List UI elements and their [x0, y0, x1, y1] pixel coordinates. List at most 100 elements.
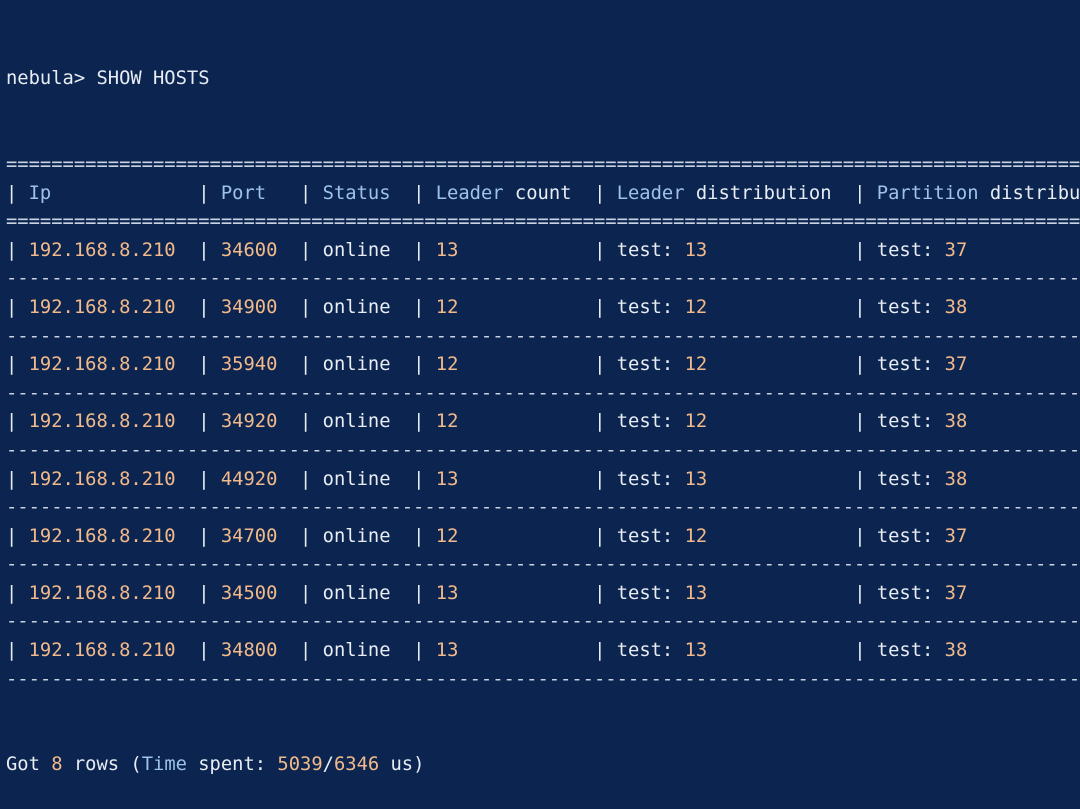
- host-status: online: [322, 239, 391, 261]
- host-status: online: [322, 468, 391, 490]
- summary-unit: us): [390, 754, 425, 776]
- summary-got: Got: [6, 754, 40, 776]
- host-port: 34500: [220, 582, 278, 604]
- leader-count: 12: [435, 354, 459, 376]
- table-row: | 192.168.8.210 | 35940 | online | 12 | …: [6, 354, 968, 376]
- partition-dist-space: test:: [876, 239, 934, 261]
- leader-dist-value: 13: [684, 239, 708, 261]
- table-separator: ========================================…: [6, 153, 1080, 175]
- partition-dist-space: test:: [876, 640, 934, 662]
- host-status: online: [322, 411, 391, 433]
- leader-dist-space: test:: [616, 640, 674, 662]
- leader-dist-value: 12: [684, 296, 708, 318]
- leader-dist-value: 13: [684, 468, 708, 490]
- table-row: | 192.168.8.210 | 44920 | online | 13 | …: [6, 468, 968, 490]
- host-ip: 192.168.8.210: [28, 354, 176, 376]
- leader-dist-value: 12: [684, 411, 708, 433]
- leader-dist-space: test:: [616, 411, 674, 433]
- table-separator: ----------------------------------------…: [6, 497, 1080, 519]
- partition-dist-space: test:: [876, 296, 934, 318]
- partition-dist-value: 38: [944, 640, 968, 662]
- host-status: online: [322, 582, 391, 604]
- leader-dist-space: test:: [616, 296, 674, 318]
- table-row: | 192.168.8.210 | 34920 | online | 12 | …: [6, 411, 968, 433]
- table-row: | 192.168.8.210 | 34500 | online | 13 | …: [6, 582, 968, 604]
- row-count: 8: [51, 754, 63, 776]
- command-text: SHOW HOSTS: [96, 68, 210, 90]
- partition-dist-value: 38: [944, 296, 968, 318]
- table-separator: ========================================…: [6, 211, 1080, 233]
- summary-slash: /: [322, 754, 334, 776]
- column-header-keyword: Leader: [435, 182, 504, 204]
- leader-dist-space: test:: [616, 354, 674, 376]
- summary-spent: spent:: [198, 754, 267, 776]
- partition-dist-space: test:: [876, 525, 934, 547]
- partition-dist-value: 37: [944, 582, 968, 604]
- column-header-keyword: Leader: [616, 182, 685, 204]
- hosts-table: ========================================…: [6, 151, 1080, 694]
- host-ip: 192.168.8.210: [28, 640, 176, 662]
- prompt: nebula>: [6, 68, 86, 90]
- partition-dist-space: test:: [876, 411, 934, 433]
- table-row: | 192.168.8.210 | 34900 | online | 12 | …: [6, 296, 968, 318]
- leader-count: 13: [435, 239, 459, 261]
- leader-dist-space: test:: [616, 525, 674, 547]
- leader-count: 12: [435, 525, 459, 547]
- command-line: nebula> SHOW HOSTS: [6, 65, 1080, 94]
- leader-dist-value: 12: [684, 525, 708, 547]
- table-header: | Ip | Port | Status | Leader count | Le…: [6, 180, 1080, 209]
- column-header-keyword: Ip: [28, 182, 52, 204]
- column-header-keyword: Port: [220, 182, 267, 204]
- table-row: | 192.168.8.210 | 34600 | online | 13 | …: [6, 239, 968, 261]
- host-status: online: [322, 354, 391, 376]
- leader-dist-space: test:: [616, 239, 674, 261]
- summary-rows: rows (: [73, 754, 142, 776]
- latency-value: 5039: [277, 754, 323, 776]
- leader-dist-value: 13: [684, 582, 708, 604]
- leader-count: 13: [435, 468, 459, 490]
- partition-dist-space: test:: [876, 582, 934, 604]
- table-separator: ----------------------------------------…: [6, 268, 1080, 290]
- host-port: 35940: [220, 354, 278, 376]
- host-ip: 192.168.8.210: [28, 468, 176, 490]
- leader-dist-value: 12: [684, 354, 708, 376]
- leader-count: 12: [435, 411, 459, 433]
- column-header-rest: distribution: [989, 182, 1080, 204]
- host-port: 34700: [220, 525, 278, 547]
- leader-dist-space: test:: [616, 582, 674, 604]
- host-status: online: [322, 640, 391, 662]
- terminal-output: nebula> SHOW HOSTS =====================…: [6, 8, 1080, 809]
- table-separator: ----------------------------------------…: [6, 668, 1080, 690]
- partition-dist-value: 37: [944, 354, 968, 376]
- host-ip: 192.168.8.210: [28, 296, 176, 318]
- table-separator: ----------------------------------------…: [6, 382, 1080, 404]
- partition-dist-value: 37: [944, 525, 968, 547]
- table-separator: ----------------------------------------…: [6, 554, 1080, 576]
- host-port: 34900: [220, 296, 278, 318]
- host-port: 34600: [220, 239, 278, 261]
- leader-count: 13: [435, 582, 459, 604]
- host-status: online: [322, 525, 391, 547]
- host-port: 44920: [220, 468, 278, 490]
- host-ip: 192.168.8.210: [28, 525, 176, 547]
- partition-dist-value: 38: [944, 468, 968, 490]
- leader-dist-value: 13: [684, 640, 708, 662]
- leader-dist-space: test:: [616, 468, 674, 490]
- host-ip: 192.168.8.210: [28, 582, 176, 604]
- result-summary: Got 8 rows (Time spent: 5039/6346 us): [6, 751, 1080, 780]
- host-ip: 192.168.8.210: [28, 411, 176, 433]
- column-header-keyword: Status: [322, 182, 391, 204]
- summary-time: Time: [141, 754, 187, 776]
- column-header-keyword: Partition: [876, 182, 979, 204]
- table-separator: ----------------------------------------…: [6, 325, 1080, 347]
- column-header-rest: count: [503, 182, 572, 204]
- leader-count: 13: [435, 640, 459, 662]
- host-ip: 192.168.8.210: [28, 239, 176, 261]
- partition-dist-value: 38: [944, 411, 968, 433]
- table-row: | 192.168.8.210 | 34700 | online | 12 | …: [6, 525, 968, 547]
- host-port: 34800: [220, 640, 278, 662]
- host-status: online: [322, 296, 391, 318]
- host-port: 34920: [220, 411, 278, 433]
- table-row: | 192.168.8.210 | 34800 | online | 13 | …: [6, 640, 968, 662]
- partition-dist-value: 37: [944, 239, 968, 261]
